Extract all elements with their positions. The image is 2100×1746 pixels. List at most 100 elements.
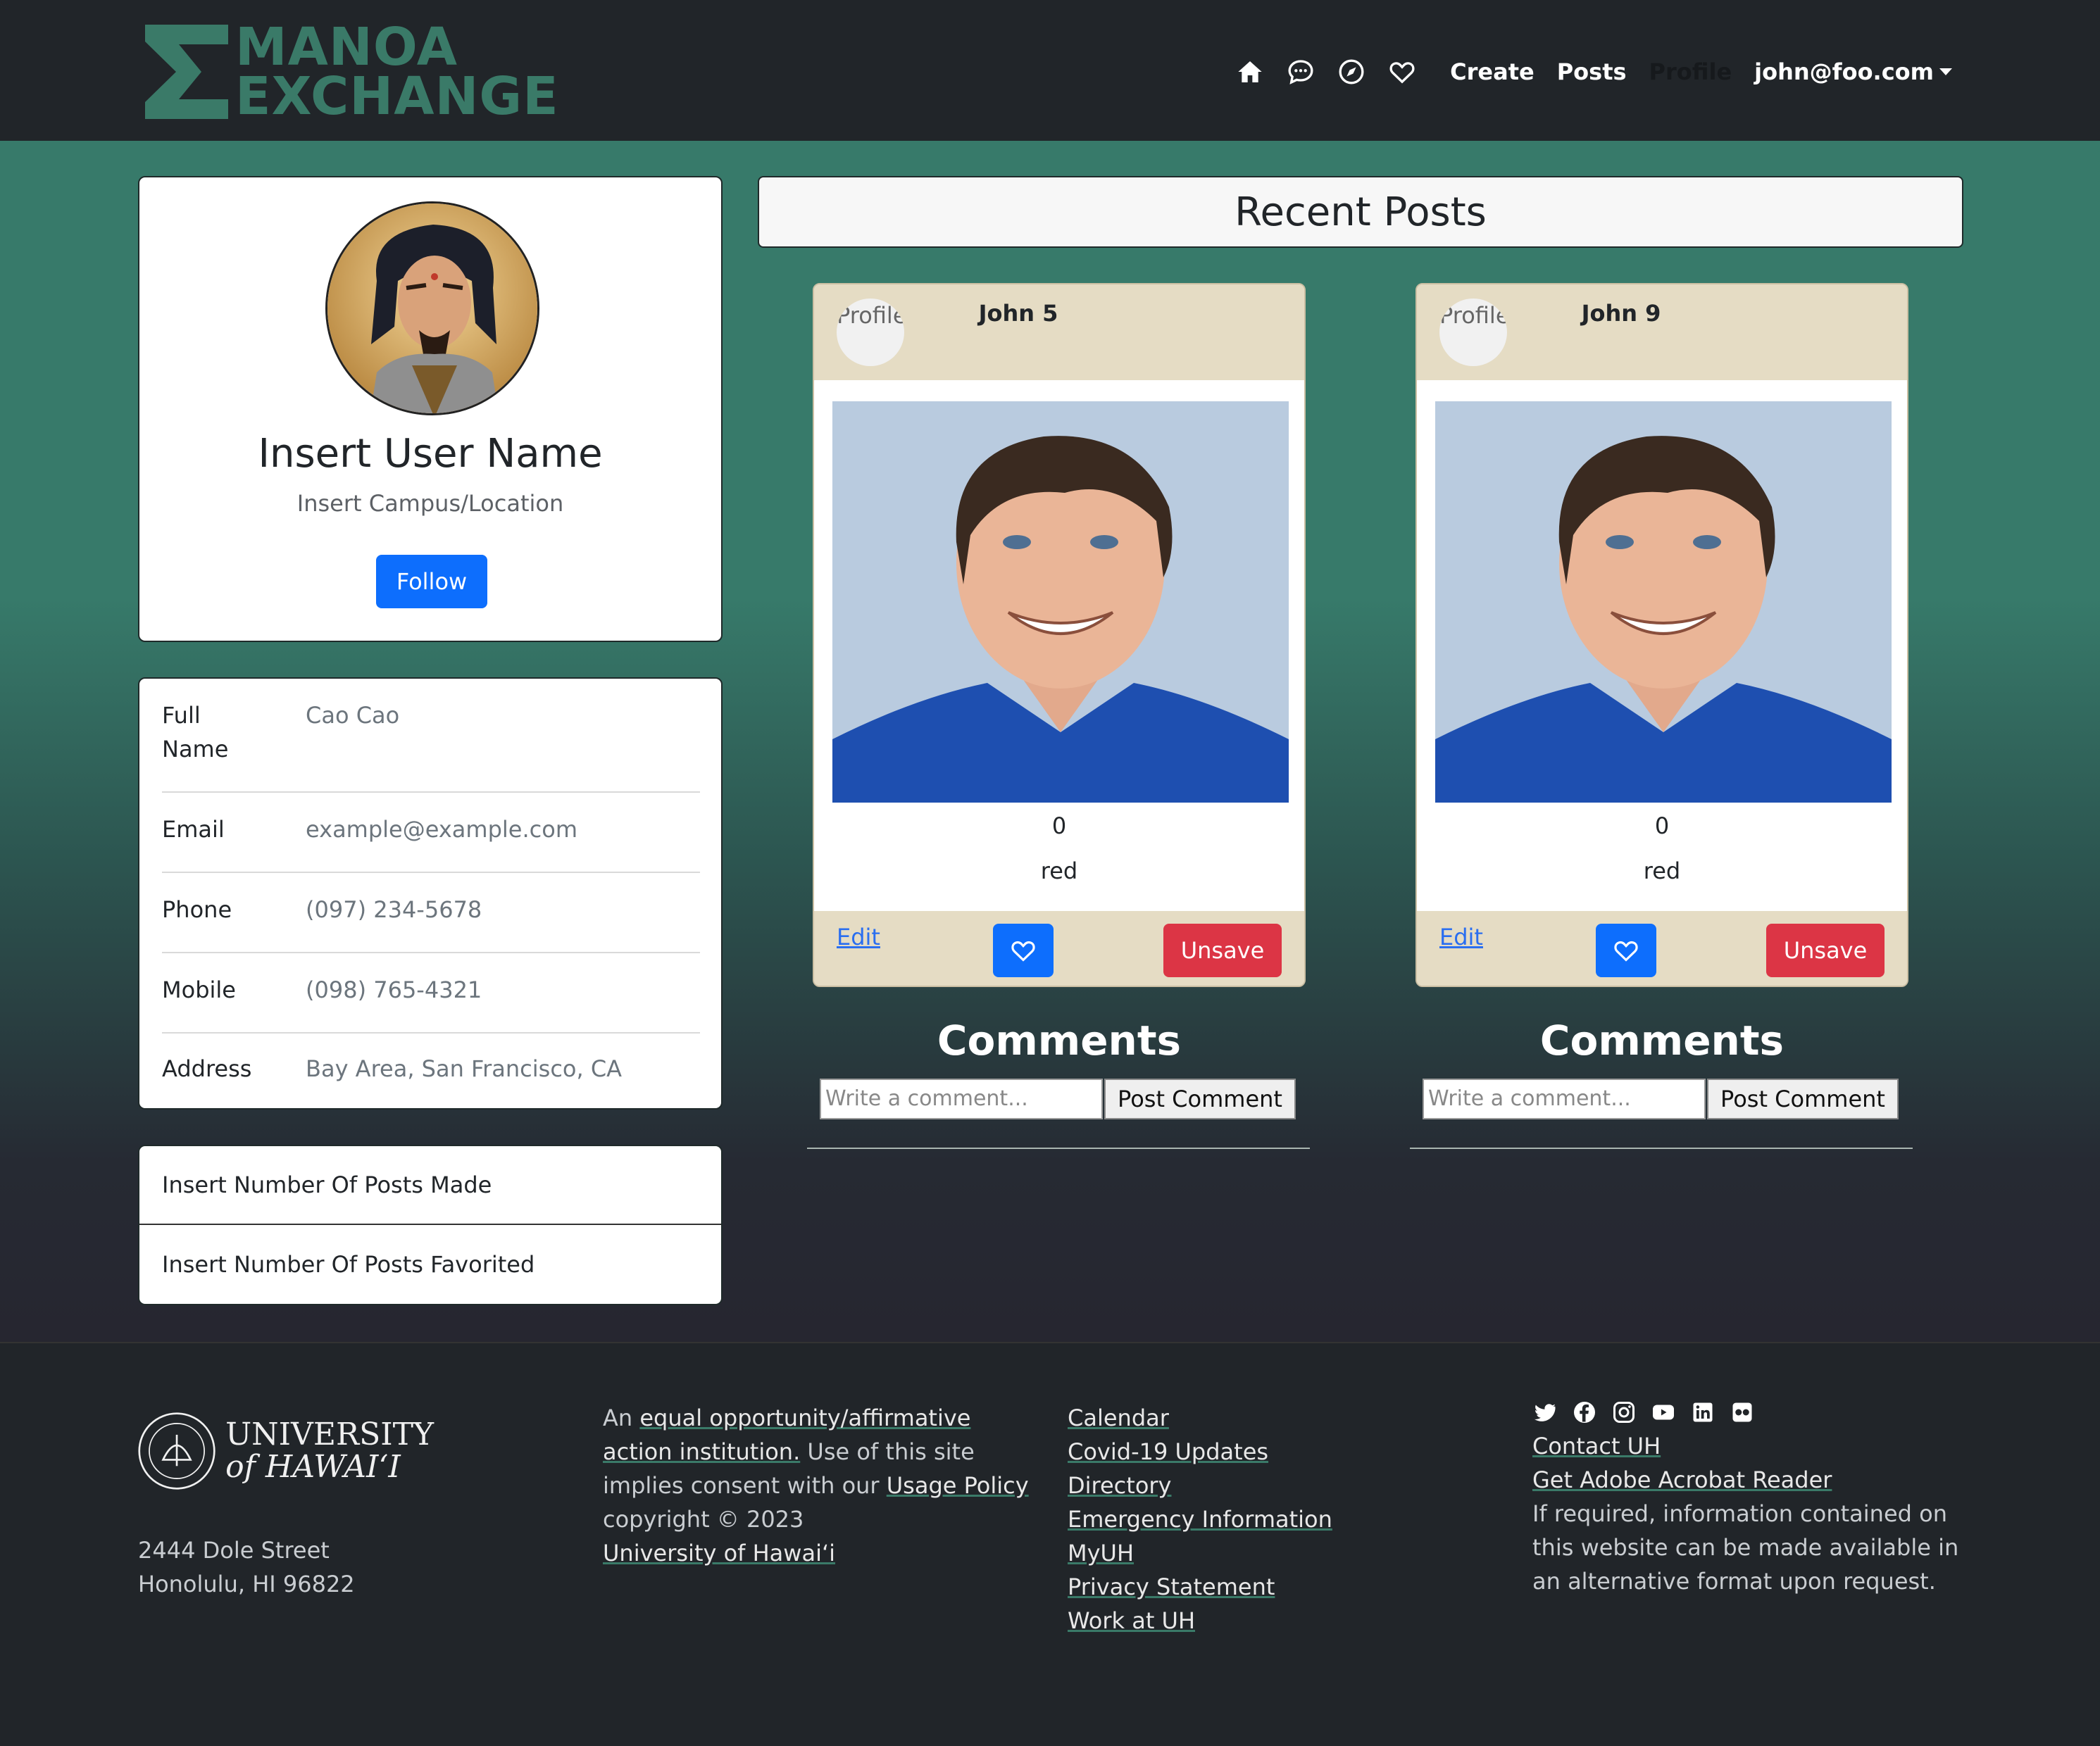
- info-value: Cao Cao: [306, 702, 400, 729]
- chat-icon[interactable]: [1275, 49, 1326, 94]
- usage-policy-link[interactable]: Usage Policy: [887, 1472, 1029, 1499]
- brand-text: MANOA EXCHANGE: [235, 17, 559, 123]
- follow-button[interactable]: Follow: [376, 555, 487, 608]
- post-author[interactable]: John 9: [1501, 300, 1741, 327]
- nav-profile[interactable]: Profile: [1649, 58, 1732, 85]
- contact-uh-link[interactable]: Contact UH: [1532, 1429, 1983, 1463]
- unsave-button[interactable]: Unsave: [1766, 924, 1885, 977]
- facebook-icon[interactable]: [1572, 1400, 1597, 1425]
- like-button[interactable]: [993, 924, 1054, 977]
- user-dropdown[interactable]: john@foo.com: [1754, 58, 1952, 85]
- comments-title: Comments: [1539, 1017, 1785, 1064]
- info-value: Bay Area, San Francisco, CA: [306, 1055, 623, 1082]
- comments-divider: [1410, 1148, 1913, 1149]
- post-image: [832, 401, 1289, 803]
- footer-contact: Contact UH Get Adobe Acrobat Reader If r…: [1532, 1429, 1983, 1598]
- post-color: red: [1040, 858, 1078, 884]
- recent-posts-header: Recent Posts: [758, 176, 1963, 248]
- nav-create[interactable]: Create: [1450, 58, 1535, 85]
- youtube-icon[interactable]: [1651, 1400, 1676, 1425]
- nav-posts[interactable]: Posts: [1557, 58, 1627, 85]
- uh-logo[interactable]: UNIVERSITY of HAWAI‘I: [138, 1405, 434, 1497]
- covid-link[interactable]: Covid-19 Updates: [1068, 1435, 1332, 1469]
- home-icon[interactable]: [1225, 49, 1275, 94]
- acrobat-link[interactable]: Get Adobe Acrobat Reader: [1532, 1463, 1983, 1497]
- calendar-link[interactable]: Calendar: [1068, 1401, 1332, 1435]
- social-icons: [1532, 1400, 1755, 1425]
- info-row-address: Address Bay Area, San Francisco, CA: [162, 1034, 700, 1104]
- eo-prefix: An: [603, 1405, 640, 1431]
- directory-link[interactable]: Directory: [1068, 1469, 1332, 1502]
- comment-input[interactable]: Write a comment...: [820, 1079, 1103, 1119]
- posts-favorited-stat: Insert Number Of Posts Favorited: [162, 1251, 535, 1278]
- edit-link[interactable]: Edit: [837, 924, 880, 950]
- work-link[interactable]: Work at UH: [1068, 1604, 1332, 1638]
- info-row-mobile: Mobile (098) 765-4321: [162, 953, 700, 1034]
- info-row-phone: Phone (097) 234-5678: [162, 873, 700, 953]
- navbar: MANOA EXCHANGE Create Posts Profile john…: [0, 0, 2100, 141]
- info-label: Email: [162, 816, 225, 843]
- brand-line1: MANOA: [235, 17, 458, 77]
- man-portrait-icon: [1435, 401, 1892, 803]
- instagram-icon[interactable]: [1611, 1400, 1637, 1425]
- post-comment-button[interactable]: Post Comment: [1104, 1079, 1296, 1119]
- profile-stats-card: Insert Number Of Posts Made Insert Numbe…: [138, 1145, 723, 1305]
- sigma-logo-icon: [145, 25, 228, 119]
- myuh-link[interactable]: MyUH: [1068, 1536, 1332, 1570]
- edit-link[interactable]: Edit: [1439, 924, 1483, 950]
- copyright: copyright © 2023: [603, 1506, 804, 1533]
- brand-logo[interactable]: MANOA EXCHANGE: [145, 17, 559, 123]
- comments-title: Comments: [937, 1017, 1182, 1064]
- profile-location: Insert Campus/Location: [296, 490, 564, 517]
- info-value: (097) 234-5678: [306, 896, 482, 923]
- nav-right: Create Posts Profile john@foo.com: [1225, 49, 1952, 94]
- post-like-count: 0: [1654, 812, 1670, 839]
- profile-avatar: [325, 201, 539, 415]
- emergency-link[interactable]: Emergency Information: [1068, 1502, 1332, 1536]
- footer-policy: An equal opportunity/affirmative action …: [603, 1401, 1039, 1570]
- twitter-icon[interactable]: [1532, 1400, 1558, 1425]
- post-footer: Edit Unsave: [1417, 911, 1907, 986]
- comments-divider: [807, 1148, 1310, 1149]
- comment-input[interactable]: Write a comment...: [1423, 1079, 1706, 1119]
- info-row-full-name: Full Name Cao Cao: [162, 698, 700, 793]
- post-color: red: [1643, 858, 1681, 884]
- footer-address: 2444 Dole Street Honolulu, HI 96822: [138, 1533, 355, 1601]
- info-value: example@example.com: [306, 816, 577, 843]
- info-value: (098) 765-4321: [306, 976, 482, 1003]
- flickr-icon[interactable]: [1730, 1400, 1755, 1425]
- post-card: Profile John 5 0 red Edit Unsave: [813, 283, 1306, 987]
- post-comment-button[interactable]: Post Comment: [1707, 1079, 1899, 1119]
- uh-name-line1: UNIVERSITY: [225, 1417, 434, 1452]
- heart-icon: [1614, 941, 1638, 962]
- address-line1: 2444 Dole Street: [138, 1537, 330, 1564]
- info-label: Full Name: [162, 702, 229, 762]
- info-label: Address: [162, 1055, 252, 1082]
- caret-down-icon: [1939, 68, 1952, 75]
- post-card: Profile John 9 0 red Edit Unsave: [1415, 283, 1908, 987]
- warrior-portrait-icon: [327, 203, 537, 413]
- uh-name: UNIVERSITY of HAWAI‘I: [225, 1419, 434, 1483]
- post-avatar: Profile: [837, 299, 904, 366]
- unsave-button[interactable]: Unsave: [1163, 924, 1282, 977]
- heart-icon[interactable]: [1377, 49, 1427, 94]
- accessibility-note: If required, information contained on th…: [1532, 1500, 1959, 1595]
- uh-link[interactable]: University of Hawaiʻi: [603, 1536, 1039, 1570]
- post-footer: Edit Unsave: [814, 911, 1304, 986]
- privacy-link[interactable]: Privacy Statement: [1068, 1570, 1332, 1604]
- compass-icon[interactable]: [1326, 49, 1377, 94]
- info-row-email: Email example@example.com: [162, 793, 700, 873]
- like-button[interactable]: [1596, 924, 1656, 977]
- footer: UNIVERSITY of HAWAI‘I 2444 Dole Street H…: [0, 1342, 2100, 1746]
- man-portrait-icon: [832, 401, 1289, 803]
- post-like-count: 0: [1051, 812, 1067, 839]
- profile-card: Insert User Name Insert Campus/Location …: [138, 176, 723, 642]
- uh-seal-icon: [138, 1412, 215, 1490]
- posts-made-stat: Insert Number Of Posts Made: [139, 1146, 721, 1225]
- post-header: Profile John 9: [1417, 284, 1907, 380]
- linkedin-icon[interactable]: [1690, 1400, 1715, 1425]
- info-label: Phone: [162, 896, 232, 923]
- info-label: Mobile: [162, 976, 236, 1003]
- user-email: john@foo.com: [1754, 58, 1934, 85]
- post-author[interactable]: John 5: [899, 300, 1138, 327]
